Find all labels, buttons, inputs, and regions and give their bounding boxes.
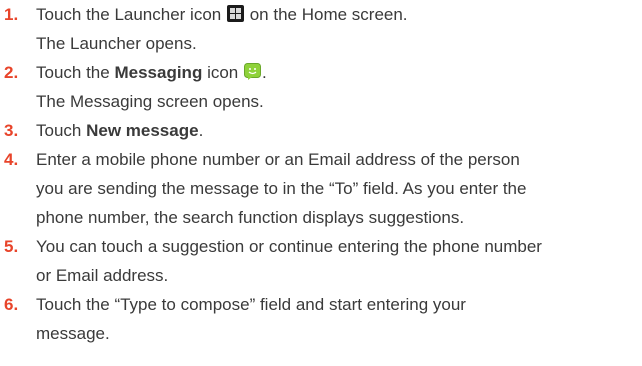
step-3: 3. Touch New message.: [4, 116, 640, 145]
step-text-continued: on the Home screen.: [249, 5, 408, 24]
messaging-label: Messaging: [114, 63, 203, 82]
instruction-list: 1. Touch the Launcher icon on the Home sc…: [4, 0, 640, 348]
messaging-smiley-icon: [243, 63, 261, 80]
step-number: 6.: [4, 295, 19, 314]
step-4: 4. Enter a mobile phone number or an Emai…: [4, 145, 640, 174]
step-text: You can touch a suggestion or continue e…: [36, 237, 542, 256]
step-number: 2.: [4, 63, 19, 82]
step-number: 1.: [4, 5, 19, 24]
launcher-grid-icon: [226, 5, 244, 22]
step-text: Touch: [36, 121, 82, 140]
step-1-result: The Launcher opens.: [36, 34, 197, 53]
step-2-result: The Messaging screen opens.: [36, 92, 264, 111]
step-6: 6. Touch the “Type to compose” field and …: [4, 290, 640, 319]
step-text: Touch the Launcher icon: [36, 5, 222, 24]
step-text-end: .: [261, 63, 267, 82]
step-number: 5.: [4, 237, 19, 256]
step-text: Touch the “Type to compose” field and st…: [36, 295, 466, 314]
new-message-label: New message: [86, 121, 199, 140]
step-4-line-3: phone number, the search function displa…: [36, 208, 465, 227]
step-text-continued: icon: [207, 63, 239, 82]
step-6-line-2: message.: [36, 324, 110, 343]
step-1: 1. Touch the Launcher icon on the Home sc…: [4, 0, 640, 29]
step-5-line-2: or Email address.: [36, 266, 169, 285]
step-text: Enter a mobile phone number or an Email …: [36, 150, 520, 169]
step-5: 5. You can touch a suggestion or continue…: [4, 232, 640, 261]
step-number: 3.: [4, 121, 19, 140]
step-4-line-2: you are sending the message to in the “T…: [36, 179, 527, 198]
step-text-end: .: [198, 121, 204, 140]
step-2: 2. Touch the Messaging icon .: [4, 58, 640, 87]
step-number: 4.: [4, 150, 19, 169]
step-text: Touch the: [36, 63, 110, 82]
